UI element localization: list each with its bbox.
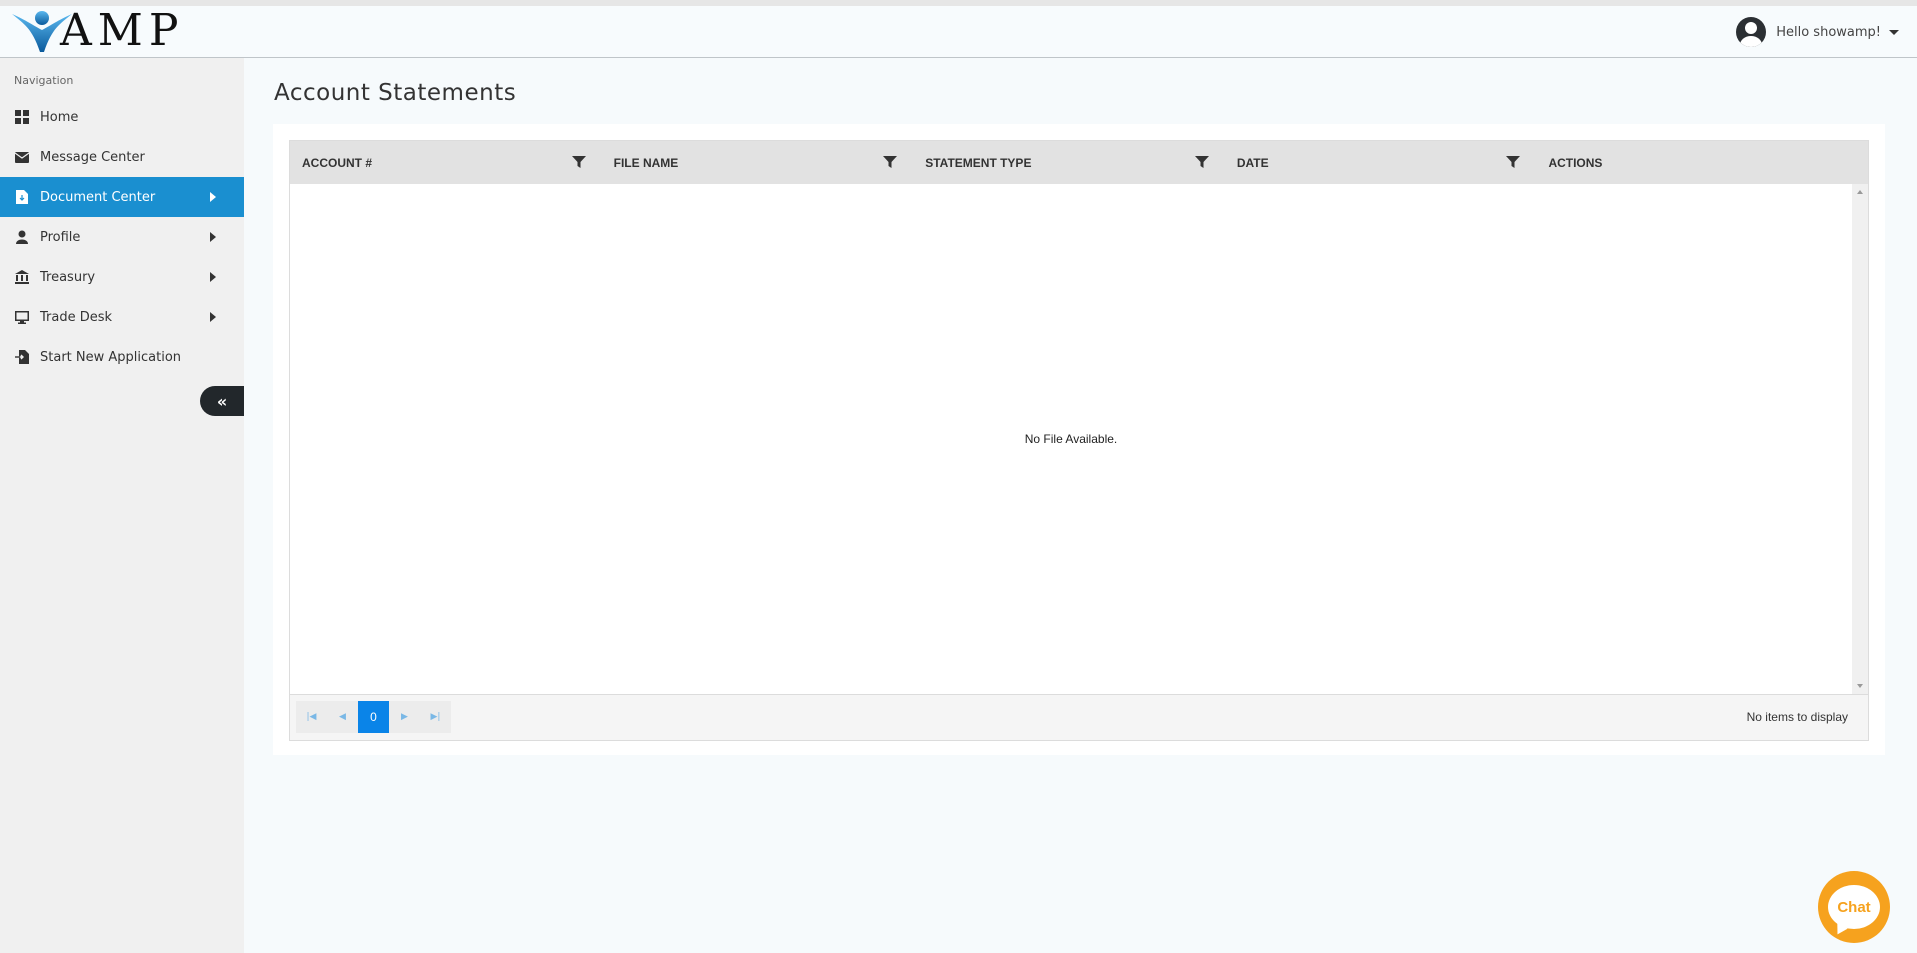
envelope-icon: [14, 149, 30, 165]
pager-info: No items to display: [1746, 710, 1848, 724]
column-header-file-name[interactable]: FILE NAME: [602, 141, 914, 184]
sidebar-item-start-new-application[interactable]: Start New Application: [0, 337, 244, 377]
filter-icon[interactable]: [1506, 155, 1521, 169]
main-content: Account Statements ACCOUNT # FILE NAME S…: [244, 58, 1917, 953]
amp-logo[interactable]: AMP: [10, 8, 184, 54]
scroll-down-icon[interactable]: [1857, 684, 1863, 688]
monitor-icon: [14, 309, 30, 325]
chevron-right-icon: [210, 232, 216, 242]
column-header-label: ACTIONS: [1548, 155, 1603, 170]
column-header-label: FILE NAME: [613, 155, 679, 170]
sidebar-item-label: Profile: [40, 229, 81, 245]
user-greeting[interactable]: Hello showamp!: [1776, 25, 1881, 40]
grid-icon: [14, 109, 30, 125]
grid-body: No File Available.: [290, 184, 1868, 694]
double-chevron-left-icon: «: [216, 391, 228, 411]
scroll-up-icon[interactable]: [1857, 190, 1863, 194]
previous-page-button[interactable]: ◀: [327, 701, 358, 733]
column-header-actions: ACTIONS: [1536, 141, 1868, 184]
sidebar-item-label: Start New Application: [40, 349, 182, 365]
vertical-scrollbar[interactable]: [1852, 184, 1868, 694]
logo-text: AMP: [60, 5, 185, 56]
nav-title: Navigation: [14, 74, 74, 87]
statements-card: ACCOUNT # FILE NAME STATEMENT TYPE DATE …: [273, 124, 1885, 755]
pager-buttons: |◀ ◀ 0 ▶ ▶|: [296, 701, 451, 733]
filter-icon[interactable]: [571, 155, 586, 169]
chat-button[interactable]: Chat: [1818, 871, 1890, 943]
sidebar-collapse-button[interactable]: «: [200, 386, 244, 416]
column-header-label: ACCOUNT #: [302, 155, 373, 170]
filter-icon[interactable]: [1194, 155, 1209, 169]
caret-down-icon[interactable]: [1889, 29, 1899, 35]
sidebar-item-message-center[interactable]: Message Center: [0, 137, 244, 177]
sidebar-item-label: Trade Desk: [40, 309, 113, 325]
last-page-icon: ▶|: [430, 712, 441, 722]
sidebar-item-label: Treasury: [40, 269, 96, 285]
last-page-button[interactable]: ▶|: [420, 701, 451, 733]
sidebar-item-treasury[interactable]: Treasury: [0, 257, 244, 297]
column-header-label: DATE: [1236, 155, 1269, 170]
chevron-right-icon: [210, 192, 216, 202]
new-document-icon: [14, 349, 30, 365]
document-icon: [14, 189, 30, 205]
first-page-button[interactable]: |◀: [296, 701, 327, 733]
sidebar-item-trade-desk[interactable]: Trade Desk: [0, 297, 244, 337]
sidebar: Navigation Home Message Center Document …: [0, 58, 244, 953]
column-header-statement-type[interactable]: STATEMENT TYPE: [913, 141, 1225, 184]
top-header: AMP Hello showamp!: [0, 0, 1917, 58]
column-header-account[interactable]: ACCOUNT #: [290, 141, 602, 184]
user-menu[interactable]: Hello showamp!: [1736, 16, 1899, 48]
empty-message: No File Available.: [1024, 432, 1118, 446]
avatar[interactable]: [1736, 17, 1767, 47]
statements-grid: ACCOUNT # FILE NAME STATEMENT TYPE DATE …: [289, 140, 1869, 741]
grid-header: ACCOUNT # FILE NAME STATEMENT TYPE DATE …: [290, 141, 1868, 184]
next-page-icon: ▶: [401, 712, 408, 722]
next-page-button[interactable]: ▶: [389, 701, 420, 733]
bank-icon: [14, 269, 30, 285]
sidebar-item-profile[interactable]: Profile: [0, 217, 244, 257]
previous-page-icon: ◀: [339, 712, 346, 722]
user-icon: [14, 229, 30, 245]
filter-icon[interactable]: [883, 155, 898, 169]
grid-pager: |◀ ◀ 0 ▶ ▶| No items to display: [290, 694, 1868, 740]
column-header-label: STATEMENT TYPE: [925, 155, 1032, 170]
column-header-date[interactable]: DATE: [1225, 141, 1537, 184]
page-title: Account Statements: [274, 80, 517, 106]
sidebar-item-label: Message Center: [40, 149, 145, 165]
chat-label: Chat: [1837, 898, 1871, 916]
chevron-right-icon: [210, 312, 216, 322]
sidebar-item-home[interactable]: Home: [0, 97, 244, 137]
sidebar-item-label: Document Center: [40, 189, 156, 205]
sidebar-item-document-center[interactable]: Document Center: [0, 177, 244, 217]
first-page-icon: |◀: [306, 712, 317, 722]
chevron-right-icon: [210, 272, 216, 282]
chat-bubble-icon: Chat: [1828, 885, 1880, 929]
current-page-button[interactable]: 0: [358, 701, 389, 733]
sidebar-item-label: Home: [40, 109, 79, 125]
